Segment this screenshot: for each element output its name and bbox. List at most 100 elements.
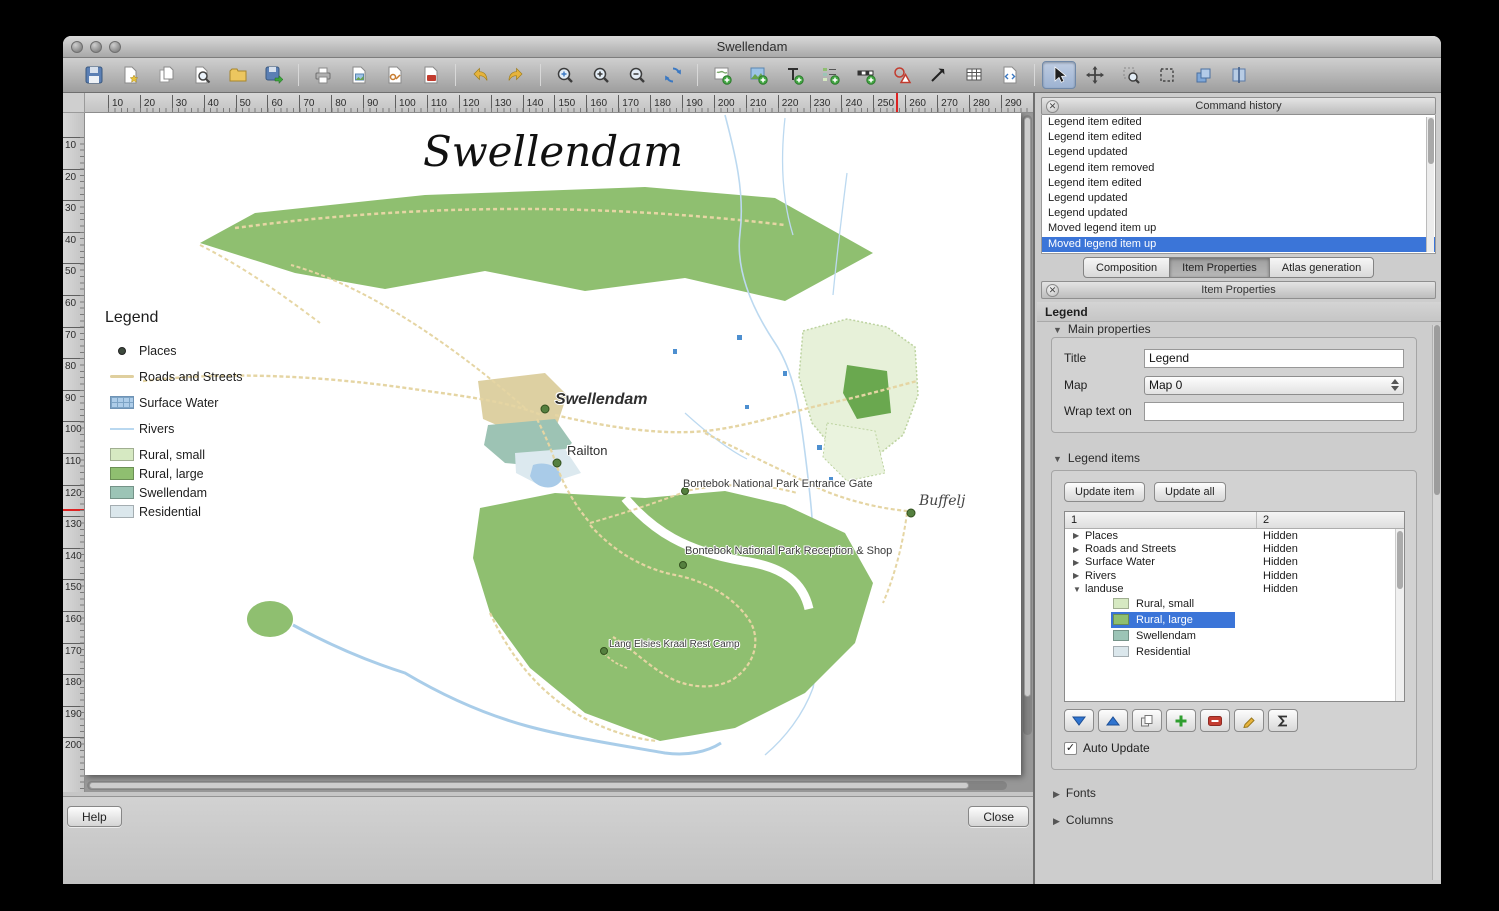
tab-composition[interactable]: Composition (1083, 257, 1171, 278)
zoom-to-item-icon[interactable] (1114, 61, 1148, 89)
section-main-properties[interactable]: Main properties (1053, 322, 1151, 335)
history-entry[interactable]: Moved legend item up (1042, 221, 1435, 236)
raise-items-icon[interactable] (1186, 61, 1220, 89)
print-icon[interactable] (306, 61, 340, 89)
tree-child-swellendam[interactable]: Swellendam (1065, 628, 1404, 644)
tab-atlas-generation[interactable]: Atlas generation (1269, 257, 1375, 278)
close-panel-icon[interactable]: ✕ (1046, 100, 1059, 113)
composer-manager-icon[interactable] (185, 61, 219, 89)
tab-item-properties[interactable]: Item Properties (1170, 257, 1270, 278)
scrollbar-thumb[interactable] (1434, 325, 1440, 495)
align-items-icon[interactable] (1222, 61, 1256, 89)
scrollbar-thumb[interactable] (1024, 117, 1031, 697)
redo-icon[interactable] (499, 61, 533, 89)
ruler-mark: 40 (63, 231, 84, 264)
zoom-window-button[interactable] (109, 41, 121, 53)
add-html-icon[interactable] (993, 61, 1027, 89)
section-legend-items[interactable]: Legend items (1053, 451, 1140, 465)
history-entry[interactable]: Legend updated (1042, 145, 1435, 160)
remove-item-button[interactable] (1200, 709, 1230, 732)
export-pdf-icon[interactable] (414, 61, 448, 89)
zoom-full-icon[interactable] (548, 61, 582, 89)
undo-icon[interactable] (463, 61, 497, 89)
export-svg-icon[interactable] (378, 61, 412, 89)
help-button[interactable]: Help (67, 806, 122, 827)
title-input[interactable] (1144, 348, 1404, 368)
expand-icon[interactable]: ▶ (1073, 558, 1083, 567)
expand-icon[interactable]: ▶ (1073, 545, 1083, 554)
select-frame-icon[interactable] (1150, 61, 1184, 89)
tree-row-landuse[interactable]: ▼ landuse Hidden (1065, 583, 1404, 596)
section-fonts[interactable]: Fonts (1053, 786, 1096, 800)
tree-child-rural-large[interactable]: Rural, large (1065, 611, 1404, 628)
close-panel-icon[interactable]: ✕ (1046, 284, 1059, 297)
canvas-horizontal-scrollbar[interactable] (87, 781, 1007, 790)
expand-icon[interactable]: ▶ (1073, 531, 1083, 540)
history-scrollbar[interactable] (1426, 117, 1434, 252)
add-legend-icon[interactable] (813, 61, 847, 89)
add-arrow-icon[interactable] (921, 61, 955, 89)
scrollbar-thumb[interactable] (89, 782, 969, 789)
update-item-button[interactable]: Update item (1064, 482, 1146, 502)
edit-item-button[interactable] (1234, 709, 1264, 732)
update-all-button[interactable]: Update all (1154, 482, 1226, 502)
command-history-list[interactable]: Legend item edited Legend item edited Lege… (1041, 115, 1436, 254)
history-entry[interactable]: Moved legend item up (1042, 236, 1435, 252)
map-title-label[interactable]: Swellendam (85, 127, 1021, 176)
collapse-icon[interactable]: ▼ (1073, 585, 1083, 594)
refresh-icon[interactable] (656, 61, 690, 89)
canvas-viewport[interactable]: Swellendam Legend Places Roads and Stree… (85, 113, 1033, 792)
ruler-mark: 130 (490, 95, 523, 112)
minimize-window-button[interactable] (90, 41, 102, 53)
add-map-icon[interactable] (705, 61, 739, 89)
save-as-template-icon[interactable] (257, 61, 291, 89)
export-image-icon[interactable] (342, 61, 376, 89)
open-template-icon[interactable] (221, 61, 255, 89)
legend-item[interactable]: Legend Places Roads and Streets Surface … (105, 309, 295, 521)
history-entry[interactable]: Legend item edited (1042, 130, 1435, 145)
composition-page[interactable]: Swellendam Legend Places Roads and Stree… (85, 113, 1021, 775)
select-move-item-icon[interactable] (1042, 61, 1076, 89)
close-button[interactable]: Close (968, 806, 1029, 827)
tree-row-roads[interactable]: ▶ Roads and Streets Hidden (1065, 542, 1404, 555)
add-item-button[interactable] (1166, 709, 1196, 732)
tree-child-residential[interactable]: Residential (1065, 644, 1404, 660)
expand-icon[interactable]: ▶ (1073, 571, 1083, 580)
zoom-in-icon[interactable] (584, 61, 618, 89)
tree-scrollbar[interactable] (1395, 529, 1404, 701)
save-icon[interactable] (77, 61, 111, 89)
map-select[interactable]: Map 0 (1144, 375, 1404, 395)
auto-update-checkbox[interactable] (1064, 741, 1077, 755)
add-scalebar-icon[interactable] (849, 61, 883, 89)
legend-items-tree[interactable]: 1 2 ▶ Places Hidden ▶ Roads and Streets Hidd… (1064, 511, 1405, 702)
add-table-icon[interactable] (957, 61, 991, 89)
add-label-icon[interactable] (777, 61, 811, 89)
panel-scrollbar[interactable] (1432, 325, 1440, 880)
history-entry[interactable]: Legend updated (1042, 191, 1435, 206)
history-entry[interactable]: Legend updated (1042, 206, 1435, 221)
tree-child-rural-small[interactable]: Rural, small (1065, 596, 1404, 612)
duplicate-composition-icon[interactable] (149, 61, 183, 89)
history-entry[interactable]: Legend item edited (1042, 115, 1435, 130)
section-columns[interactable]: Columns (1053, 813, 1113, 827)
close-window-button[interactable] (71, 41, 83, 53)
scrollbar-thumb[interactable] (1428, 118, 1434, 164)
zoom-out-icon[interactable] (620, 61, 654, 89)
add-image-icon[interactable] (741, 61, 775, 89)
new-composition-icon[interactable] (113, 61, 147, 89)
canvas-vertical-scrollbar[interactable] (1023, 115, 1032, 735)
move-item-content-icon[interactable] (1078, 61, 1112, 89)
wrap-text-input[interactable] (1144, 401, 1404, 421)
stepper-arrows-icon[interactable] (1388, 378, 1401, 393)
history-entry[interactable]: Legend item removed (1042, 161, 1435, 176)
tree-row-places[interactable]: ▶ Places Hidden (1065, 529, 1404, 542)
copy-item-button[interactable] (1132, 709, 1162, 732)
move-item-up-button[interactable] (1098, 709, 1128, 732)
add-shape-icon[interactable] (885, 61, 919, 89)
scrollbar-thumb[interactable] (1397, 531, 1403, 589)
item-count-button[interactable] (1268, 709, 1298, 732)
tree-row-rivers[interactable]: ▶ Rivers Hidden (1065, 569, 1404, 582)
tree-row-surface-water[interactable]: ▶ Surface Water Hidden (1065, 556, 1404, 569)
history-entry[interactable]: Legend item edited (1042, 176, 1435, 191)
move-item-down-button[interactable] (1064, 709, 1094, 732)
